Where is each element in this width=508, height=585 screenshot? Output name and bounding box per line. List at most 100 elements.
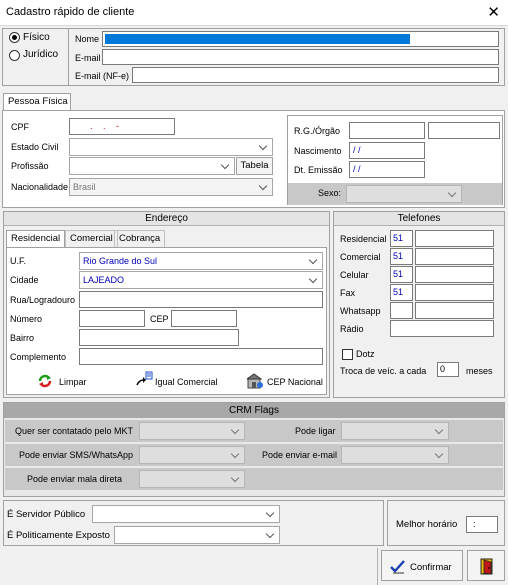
igual-comercial-button[interactable]: Igual Comercial	[135, 371, 225, 391]
rg-label: R.G./Órgão	[294, 126, 341, 136]
nascimento-input[interactable]: / /	[349, 142, 425, 159]
documents-group: R.G./Órgão Nascimento / / Dt. Emissão / …	[287, 115, 503, 205]
servidor-select[interactable]	[92, 505, 280, 523]
dotz-checkbox[interactable]	[342, 349, 353, 360]
complemento-input[interactable]	[79, 348, 323, 365]
endereco-form: U.F. Rio Grande do Sul Cidade LAJEADO Ru…	[6, 247, 327, 395]
close-icon[interactable]: ✕	[487, 3, 500, 21]
email-input[interactable]	[102, 49, 499, 65]
mala-direta-select[interactable]	[139, 470, 245, 488]
tel-whatsapp-input[interactable]	[415, 302, 494, 319]
estado-civil-select[interactable]	[69, 138, 273, 156]
copy-address-icon	[136, 371, 153, 386]
chevron-down-icon	[445, 186, 461, 202]
exit-button[interactable]	[467, 550, 505, 581]
identity-panel: Físico Jurídico Nome E-mail E-mail (NF-e…	[2, 28, 505, 86]
nome-input[interactable]	[102, 31, 499, 47]
crm-row-1: Quer ser contatado pelo MKT Pode ligar	[5, 420, 503, 442]
igual-comercial-label: Igual Comercial	[155, 377, 218, 387]
cep-label: CEP	[150, 314, 169, 324]
horario-group: Melhor horário :	[387, 500, 505, 546]
endereco-header: Endereço	[4, 212, 329, 226]
tab-comercial[interactable]: Comercial	[65, 230, 118, 247]
email-nfe-input[interactable]	[132, 67, 499, 83]
cpf-input[interactable]: . . -	[69, 118, 175, 135]
tel-fax-input[interactable]	[415, 284, 494, 301]
tel-celular-input[interactable]	[415, 266, 494, 283]
rua-label: Rua/Logradouro	[10, 295, 76, 305]
tel-comercial-ddd[interactable]: 51	[390, 248, 413, 265]
dotz-label: Dotz	[356, 349, 375, 359]
tel-comercial-input[interactable]	[415, 248, 494, 265]
politico-select[interactable]	[114, 526, 280, 544]
endereco-group: Endereço Residencial Comercial Cobrança …	[3, 211, 330, 398]
numero-label: Número	[10, 314, 43, 324]
tel-celular-label: Celular	[340, 270, 369, 280]
tab-pessoa-fisica[interactable]: Pessoa Física	[3, 93, 71, 110]
troca-value: 0	[440, 364, 446, 374]
limpar-label: Limpar	[59, 377, 87, 387]
post-office-icon	[247, 373, 263, 389]
chevron-down-icon	[432, 423, 448, 439]
cep-input[interactable]	[171, 310, 237, 327]
tel-fax-ddd[interactable]: 51	[390, 284, 413, 301]
nacionalidade-value: Brasil	[73, 182, 96, 192]
limpar-button[interactable]: Limpar	[37, 371, 97, 391]
confirmar-button[interactable]: Confirmar	[381, 550, 463, 581]
horario-label: Melhor horário	[396, 519, 458, 530]
nome-label: Nome	[75, 34, 100, 44]
tabela-button[interactable]: Tabela	[236, 157, 273, 175]
rg-input[interactable]	[349, 122, 425, 139]
radio-comm-input[interactable]	[390, 320, 494, 337]
tel-comercial-label: Comercial	[340, 252, 381, 262]
cep-nacional-button[interactable]: CEP Nacional	[247, 371, 327, 391]
uf-select[interactable]: Rio Grande do Sul	[79, 252, 323, 270]
chevron-down-icon	[306, 272, 322, 288]
chevron-down-icon	[263, 506, 279, 522]
radio-juridico[interactable]	[9, 50, 20, 61]
tel-whatsapp-ddd[interactable]	[390, 302, 413, 319]
bairro-input[interactable]	[79, 329, 239, 346]
sms-whatsapp-label: Pode enviar SMS/WhatsApp	[19, 450, 134, 460]
nacionalidade-select[interactable]: Brasil	[69, 178, 273, 196]
chevron-down-icon	[432, 447, 448, 463]
radio-comm-label: Rádio	[340, 324, 364, 334]
emissao-input[interactable]: / /	[349, 161, 425, 178]
pode-email-select[interactable]	[341, 446, 449, 464]
orgao-input[interactable]	[428, 122, 500, 139]
exit-door-icon	[480, 558, 493, 575]
emissao-label: Dt. Emissão	[294, 165, 343, 175]
chevron-down-icon	[228, 447, 244, 463]
nascimento-value: / /	[353, 145, 361, 155]
divider	[68, 28, 69, 86]
cidade-select[interactable]: LAJEADO	[79, 271, 323, 289]
pode-ligar-select[interactable]	[341, 422, 449, 440]
troca-input[interactable]: 0	[437, 362, 459, 377]
tel-residencial-label: Residencial	[340, 234, 387, 244]
tel-celular-ddd[interactable]: 51	[390, 266, 413, 283]
tel-fax-label: Fax	[340, 288, 356, 298]
cpf-label: CPF	[11, 122, 29, 132]
horario-input[interactable]: :	[466, 516, 498, 533]
politico-label: É Politicamente Exposto	[7, 530, 110, 541]
tel-residencial-input[interactable]	[415, 230, 494, 247]
nacionalidade-label: Nacionalidade	[11, 182, 69, 192]
profissao-select[interactable]	[69, 157, 235, 175]
uf-value: Rio Grande do Sul	[83, 256, 158, 266]
tab-cobranca[interactable]: Cobrança	[114, 230, 166, 247]
estado-civil-label: Estado Civil	[11, 142, 59, 152]
sexo-select[interactable]	[346, 185, 462, 203]
sms-whatsapp-select[interactable]	[139, 446, 245, 464]
chevron-down-icon	[256, 179, 272, 195]
tel-residencial-ddd[interactable]: 51	[390, 230, 413, 247]
tel-residencial-ddd-value: 51	[393, 233, 404, 243]
mala-direta-label: Pode enviar mala direta	[27, 474, 123, 484]
contato-mkt-select[interactable]	[139, 422, 245, 440]
tab-residencial[interactable]: Residencial	[6, 230, 66, 247]
radio-fisico[interactable]	[9, 32, 20, 43]
contato-mkt-label: Quer ser contatado pelo MKT	[15, 426, 134, 436]
pode-email-label: Pode enviar e-mail	[262, 450, 338, 460]
bottom-flags-group: É Servidor Público É Politicamente Expos…	[3, 500, 384, 546]
rua-input[interactable]	[79, 291, 323, 308]
numero-input[interactable]	[79, 310, 145, 327]
